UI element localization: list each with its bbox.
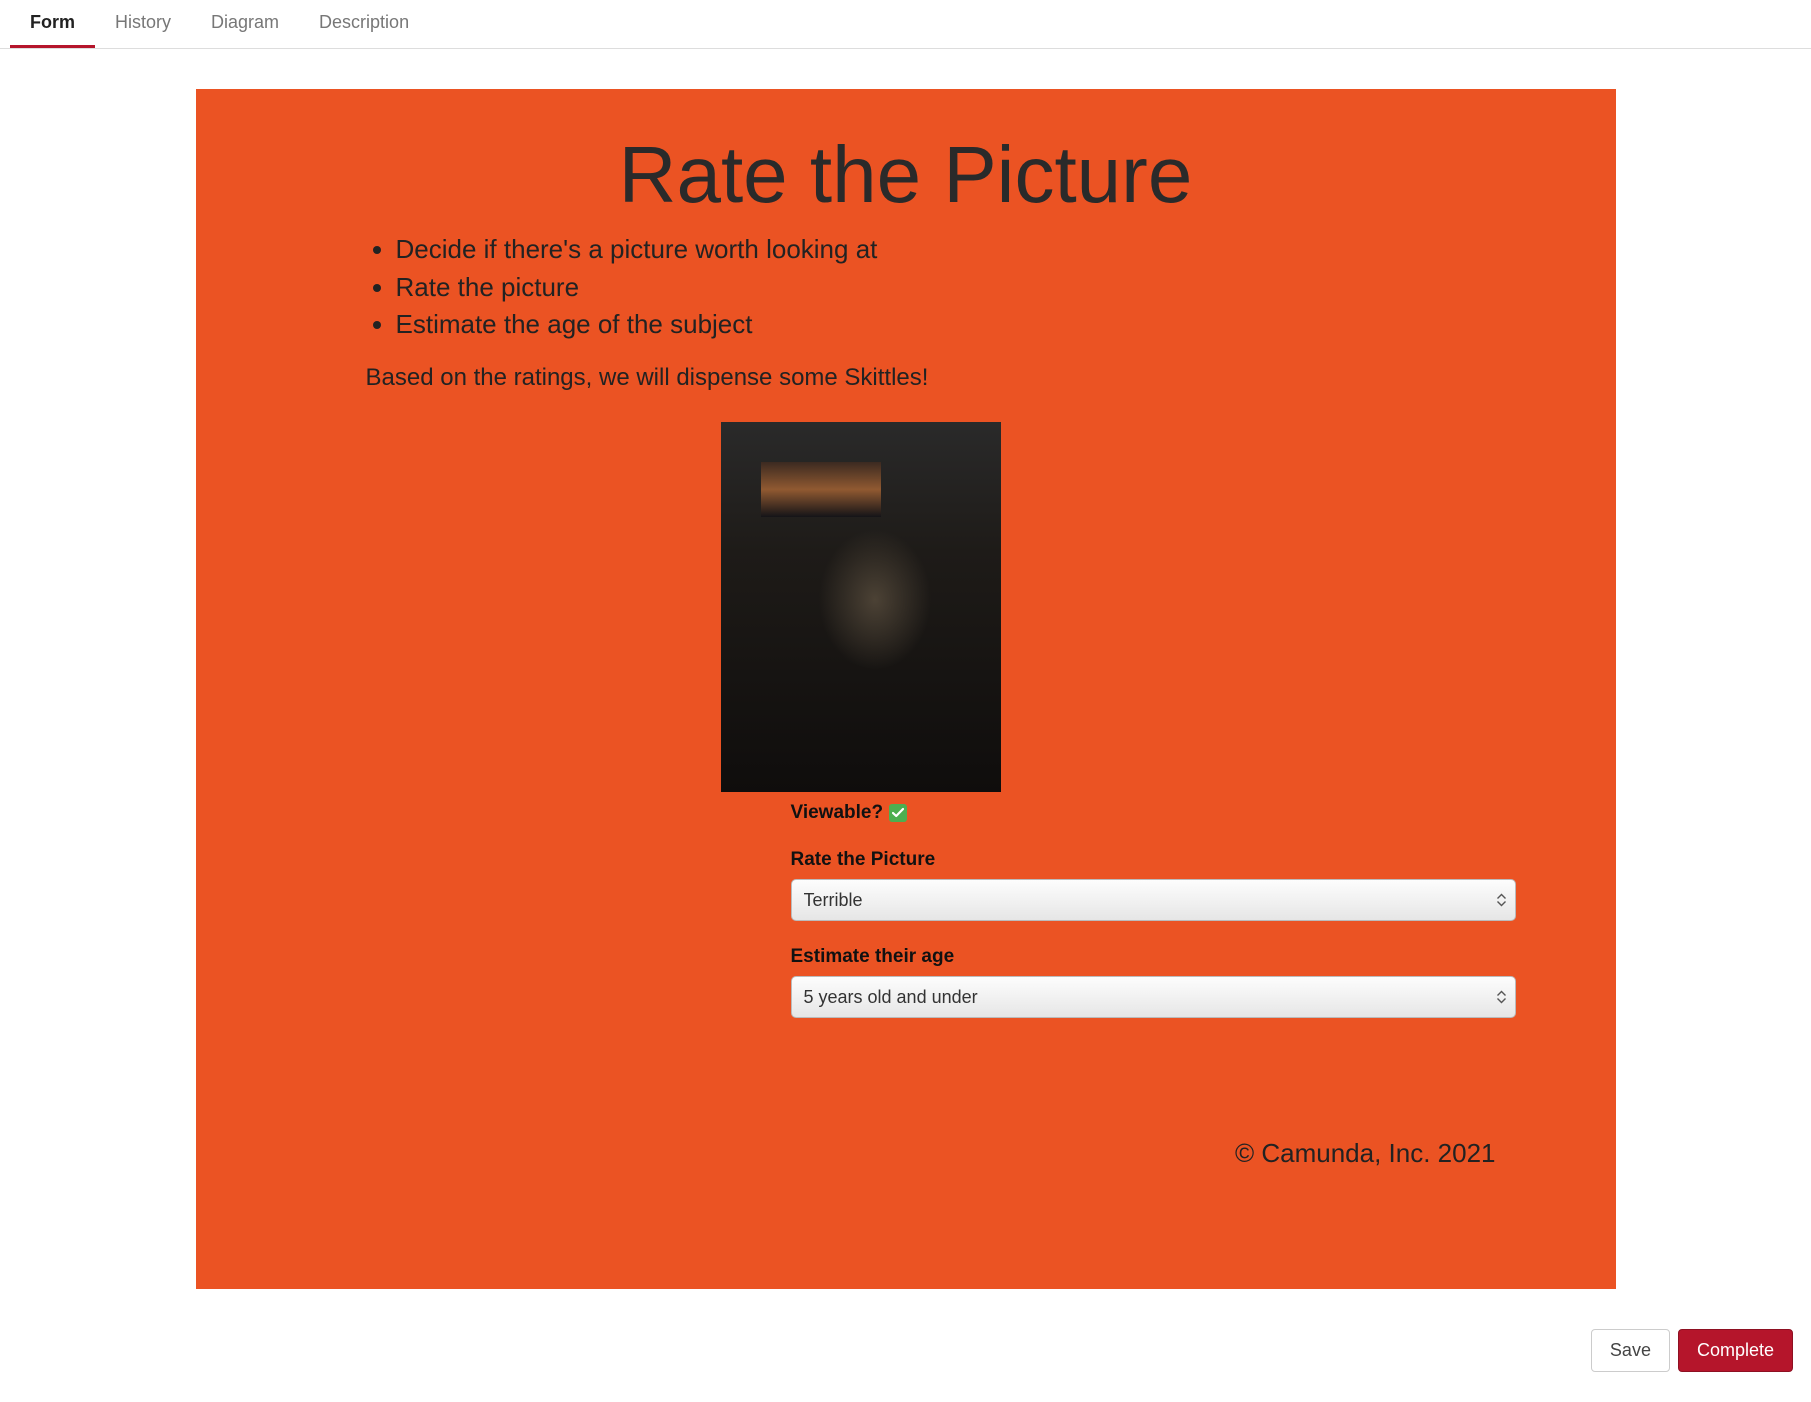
rate-field-group: Rate the Picture Terrible [791,849,1516,921]
save-button[interactable]: Save [1591,1329,1670,1372]
content-area: Rate the Picture Decide if there's a pic… [0,49,1811,1309]
viewable-label: Viewable? [791,802,884,824]
age-label: Estimate their age [791,946,1516,968]
instruction-item: Estimate the age of the subject [396,306,1516,344]
viewable-row: Viewable? [791,802,1516,824]
tab-form[interactable]: Form [10,0,95,48]
instructions-block: Decide if there's a picture worth lookin… [366,231,1516,344]
instruction-item: Rate the picture [396,269,1516,307]
age-select[interactable]: 5 years old and under [791,976,1516,1018]
sub-text: Based on the ratings, we will dispense s… [366,364,1516,392]
page-title: Rate the Picture [296,129,1516,221]
check-icon [889,804,907,822]
instruction-item: Decide if there's a picture worth lookin… [396,231,1516,269]
age-field-group: Estimate their age 5 years old and under [791,946,1516,1018]
form-panel: Rate the Picture Decide if there's a pic… [196,89,1616,1289]
tab-diagram[interactable]: Diagram [191,0,299,48]
tab-bar: Form History Diagram Description [0,0,1811,49]
footer-actions: Save Complete [0,1309,1811,1402]
rate-label: Rate the Picture [791,849,1516,871]
complete-button[interactable]: Complete [1678,1329,1793,1372]
tab-description[interactable]: Description [299,0,429,48]
rate-select[interactable]: Terrible [791,879,1516,921]
picture-block [721,422,1516,792]
tab-history[interactable]: History [95,0,191,48]
subject-photo [721,422,1001,792]
copyright-text: © Camunda, Inc. 2021 [296,1138,1516,1169]
fields-block: Viewable? Rate the Picture Terrible [791,802,1516,1018]
